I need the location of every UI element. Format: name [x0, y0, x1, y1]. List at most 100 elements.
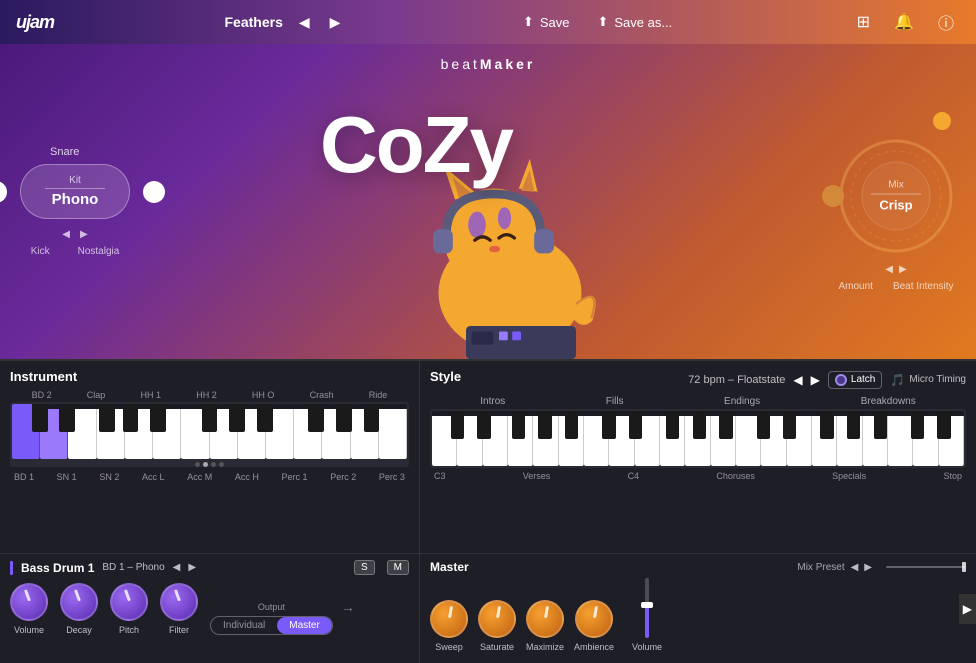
bass-pitch-label: Pitch: [119, 625, 139, 635]
kit-next-button[interactable]: ▶: [80, 229, 88, 240]
master-volume-slider[interactable]: [645, 578, 649, 638]
bass-preset: BD 1 – Phono: [102, 562, 164, 573]
output-label: Output: [258, 602, 285, 612]
latch-button[interactable]: Latch: [828, 371, 882, 389]
bottom-panel: Instrument BD 2 Clap HH 1 HH 2 HH O Cras…: [0, 359, 976, 663]
style-cat-endings: Endings: [724, 396, 760, 407]
style-cat-verses: Verses: [523, 471, 551, 481]
amount-label: Amount: [838, 281, 872, 292]
preset-prev-button[interactable]: ◀: [295, 12, 314, 33]
bass-prev-button[interactable]: ◀: [173, 562, 181, 573]
micro-timing-button[interactable]: 🎵 Micro Timing: [890, 373, 966, 387]
saturate-label: Saturate: [480, 642, 514, 652]
style-next-button[interactable]: ▶: [811, 373, 820, 387]
ambience-knob-item: Ambience: [574, 600, 614, 652]
preset-next-button[interactable]: ▶: [326, 12, 345, 33]
ambience-knob[interactable]: [575, 600, 613, 638]
instr-label-clap: Clap: [87, 390, 106, 400]
style-cat-stop: Stop: [943, 471, 962, 481]
maximize-knob[interactable]: [526, 600, 564, 638]
style-note-c4: C4: [628, 471, 640, 481]
instr-label-accm: Acc M: [187, 472, 212, 482]
style-cat-breakdowns: Breakdowns: [861, 396, 916, 407]
bass-filter-label: Filter: [169, 625, 189, 635]
bass-volume-knob-item: Volume: [10, 583, 48, 635]
logo: ujam: [16, 12, 54, 33]
mix-preset-prev[interactable]: ◀: [851, 562, 859, 573]
kick-knob[interactable]: [0, 181, 7, 203]
instrument-piano[interactable]: [10, 402, 409, 467]
master-section: Master Mix Preset ◀ ▶ Sweep: [420, 554, 976, 663]
bass-section: Bass Drum 1 BD 1 – Phono ◀ ▶ S M Volume …: [0, 554, 420, 663]
sweep-knob[interactable]: [430, 600, 468, 638]
kit-prev-button[interactable]: ◀: [62, 229, 70, 240]
output-toggle[interactable]: Individual Master: [210, 616, 333, 635]
output-area: Output Individual Master: [210, 602, 333, 635]
maximize-label: Maximize: [526, 642, 564, 652]
mix-preset-next[interactable]: ▶: [864, 562, 872, 573]
style-piano[interactable]: [430, 409, 966, 468]
mix-preset-label: Mix Preset: [797, 562, 844, 573]
micro-timing-icon: 🎵: [890, 373, 905, 387]
mute-button[interactable]: M: [387, 560, 409, 575]
instr-label-bd1: BD 1: [14, 472, 34, 482]
solo-button[interactable]: S: [354, 560, 375, 575]
bass-title: Bass Drum 1: [21, 561, 94, 575]
instr-label-perc1: Perc 1: [282, 472, 308, 482]
volume-slider-handle[interactable]: [962, 562, 966, 572]
instrument-style-row: Instrument BD 2 Clap HH 1 HH 2 HH O Cras…: [0, 361, 976, 553]
bass-pitch-knob-item: Pitch: [110, 583, 148, 635]
style-prev-button[interactable]: ◀: [793, 373, 802, 387]
kit-label: Kit: [69, 175, 81, 186]
connect-arrow: →: [341, 599, 355, 615]
bass-volume-label: Volume: [14, 625, 44, 635]
style-cat-intros: Intros: [480, 396, 505, 407]
bpm-text: 72 bpm – Floatstate: [688, 374, 785, 386]
saturate-knob-item: Saturate: [478, 600, 516, 652]
mix-label: Mix: [871, 179, 921, 190]
master-toggle[interactable]: Master: [277, 617, 332, 634]
kit-selector[interactable]: Kit Phono: [20, 164, 130, 219]
nostalgia-label: Nostalgia: [78, 246, 120, 257]
bass-header: Bass Drum 1 BD 1 – Phono ◀ ▶ S M: [10, 560, 409, 575]
instrument-section: Instrument BD 2 Clap HH 1 HH 2 HH O Cras…: [0, 361, 420, 553]
save-as-button[interactable]: ⬆ Save as...: [589, 10, 680, 34]
individual-toggle[interactable]: Individual: [211, 617, 277, 634]
instr-label-crash: Crash: [310, 390, 334, 400]
instr-label-ride: Ride: [369, 390, 388, 400]
bass-filter-knob-item: Filter: [160, 583, 198, 635]
mix-value: Crisp: [871, 197, 921, 212]
preset-name: Feathers: [225, 14, 283, 30]
mix-next-button[interactable]: ▶: [899, 264, 907, 275]
bass-decay-knob[interactable]: [60, 583, 98, 621]
grid-icon-button[interactable]: ⊞: [851, 8, 876, 36]
bass-pitch-knob[interactable]: [110, 583, 148, 621]
master-title: Master: [430, 560, 469, 574]
kick-label: Kick: [31, 246, 50, 257]
sidebar-collapse-button[interactable]: ▶: [959, 594, 976, 624]
saturate-knob[interactable]: [478, 600, 516, 638]
bass-knobs: Volume Decay Pitch Filter: [10, 583, 198, 635]
product-title: CoZy: [320, 99, 512, 191]
instr-label-sn2: SN 2: [99, 472, 119, 482]
kit-right-knob[interactable]: [143, 181, 165, 203]
instr-label-sn1: SN 1: [57, 472, 77, 482]
style-cat-specials: Specials: [832, 471, 866, 481]
bass-volume-knob[interactable]: [10, 583, 48, 621]
bass-decay-label: Decay: [66, 625, 92, 635]
style-note-c3: C3: [434, 471, 446, 481]
beat-intensity-top-knob[interactable]: [933, 112, 951, 130]
bass-filter-knob[interactable]: [160, 583, 198, 621]
scroll-dot: [211, 462, 216, 467]
volume-slider-thumb[interactable]: [641, 602, 653, 608]
mix-ring[interactable]: Mix Crisp: [836, 136, 956, 256]
kit-value: Phono: [52, 191, 99, 208]
save-icon: ⬆: [523, 14, 534, 30]
save-button[interactable]: ⬆ Save: [515, 10, 578, 34]
info-icon-button[interactable]: ⓘ: [932, 6, 960, 38]
bass-next-button[interactable]: ▶: [188, 562, 196, 573]
amount-knob[interactable]: [822, 185, 844, 207]
mix-prev-button[interactable]: ◀: [885, 264, 893, 275]
volume-slider-area: Volume: [632, 578, 662, 652]
bell-icon-button[interactable]: 🔔: [888, 8, 920, 36]
